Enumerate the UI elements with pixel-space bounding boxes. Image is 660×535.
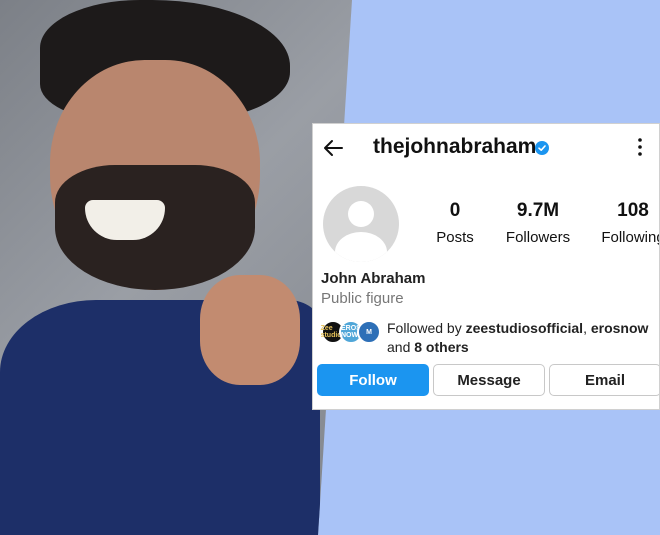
following-stat[interactable]: 108 Following: [593, 200, 660, 246]
avatar-body: [335, 232, 387, 262]
followed-by-avatars[interactable]: Zee studios EROS NOW M: [321, 320, 381, 346]
photo-fist: [200, 275, 300, 385]
avatar-head: [348, 201, 374, 227]
message-button[interactable]: Message: [433, 364, 545, 396]
default-avatar-icon[interactable]: [323, 186, 399, 262]
profile-category: Public figure: [321, 290, 404, 307]
profile-name: John Abraham: [321, 270, 426, 287]
posts-label: Posts: [436, 229, 474, 246]
posts-count: 0: [449, 200, 461, 221]
following-label: Following: [601, 229, 660, 246]
instagram-profile-card: thejohnabraham 0 Posts 9.7M Followers 10…: [312, 123, 660, 410]
followed-by-separator: ,: [583, 320, 591, 336]
more-options-icon[interactable]: [635, 136, 645, 158]
profile-header: thejohnabraham: [313, 124, 659, 170]
followed-by-prefix: Followed by: [387, 320, 466, 336]
followed-by-text[interactable]: Followed by zeestudiosofficial, erosnow …: [387, 319, 648, 357]
followed-by-and: and: [387, 339, 415, 355]
verified-badge-icon: [535, 141, 549, 155]
follower-avatar-third: M: [357, 320, 381, 344]
followers-stat[interactable]: 9.7M Followers: [503, 200, 573, 246]
followers-count: 9.7M: [516, 200, 560, 221]
followed-by-user: zeestudiosofficial: [465, 320, 584, 336]
followers-label: Followers: [505, 229, 571, 246]
profile-username: thejohnabraham: [373, 135, 537, 158]
followed-by-others: 8 others: [414, 339, 469, 355]
followed-by-second-user: erosnow: [590, 320, 649, 336]
email-button[interactable]: Email: [549, 364, 659, 396]
posts-stat[interactable]: 0 Posts: [435, 200, 475, 246]
back-arrow-icon[interactable]: [321, 136, 345, 160]
follow-button[interactable]: Follow: [317, 364, 429, 396]
following-count: 108: [617, 200, 649, 221]
